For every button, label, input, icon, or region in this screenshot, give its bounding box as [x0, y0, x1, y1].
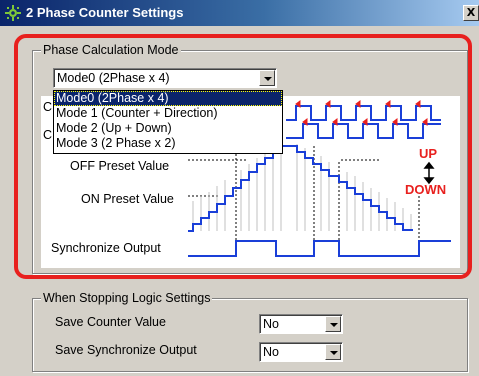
save-sync-label: Save Synchronize Output: [55, 343, 197, 357]
save-counter-select[interactable]: No: [259, 314, 343, 334]
stopping-logic-group: When Stopping Logic Settings: [32, 291, 468, 372]
phase-mode-option[interactable]: Mode 2 (Up + Down): [54, 121, 282, 136]
save-sync-select[interactable]: No: [259, 342, 343, 362]
phase-mode-dropdown: Mode0 (2Phase x 4) Mode 1 (Counter + Dir…: [53, 90, 283, 154]
close-icon: X: [466, 6, 476, 19]
settings-dialog: 2 Phase Counter Settings X Phase Calcula…: [0, 0, 479, 376]
window-title: 2 Phase Counter Settings: [26, 5, 184, 20]
close-button[interactable]: X: [463, 5, 479, 21]
stopping-logic-group-label: When Stopping Logic Settings: [41, 291, 213, 305]
phase-mode-option[interactable]: Mode0 (2Phase x 4): [54, 91, 282, 106]
save-counter-value: No: [263, 317, 279, 331]
highlight-frame: [14, 34, 472, 279]
title-bar[interactable]: 2 Phase Counter Settings X: [0, 0, 479, 26]
chevron-down-icon[interactable]: [325, 316, 341, 332]
gear-icon: [5, 5, 21, 21]
phase-mode-option[interactable]: Mode 1 (Counter + Direction): [54, 106, 282, 121]
save-sync-value: No: [263, 345, 279, 359]
save-counter-label: Save Counter Value: [55, 315, 166, 329]
chevron-down-icon[interactable]: [325, 344, 341, 360]
phase-mode-option[interactable]: Mode 3 (2 Phase x 2): [54, 136, 282, 151]
